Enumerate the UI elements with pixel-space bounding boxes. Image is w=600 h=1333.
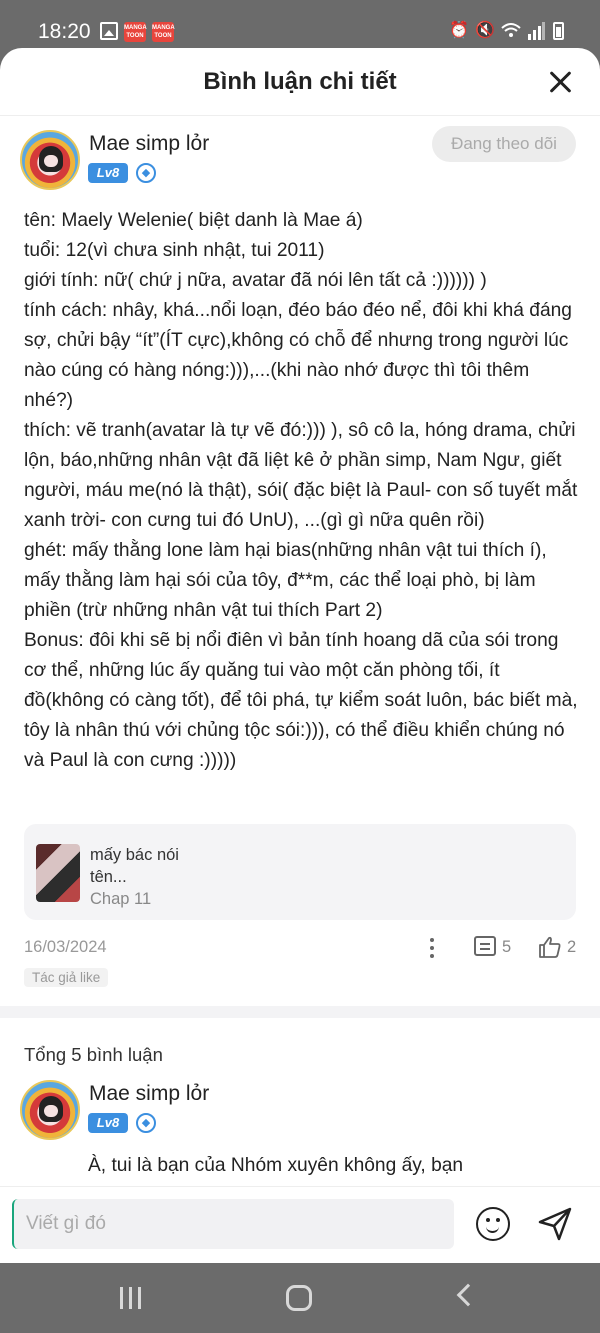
reply-avatar[interactable] <box>20 1080 80 1140</box>
like-count: 2 <box>567 938 577 956</box>
chapter-label: Chap 11 <box>90 890 152 908</box>
chapter-thumbnail <box>36 844 80 902</box>
author-name[interactable]: Mae simp lỏr <box>89 132 209 156</box>
home-icon[interactable] <box>286 1285 312 1311</box>
system-icons: ⏰ 🔇 <box>449 22 564 40</box>
total-comments: Tổng 5 bình luận <box>24 1044 163 1065</box>
like-icon[interactable] <box>538 936 562 958</box>
back-icon[interactable] <box>456 1283 480 1307</box>
wifi-icon <box>501 22 521 40</box>
close-icon[interactable] <box>548 70 572 94</box>
mute-icon: 🔇 <box>475 22 495 39</box>
signal-icon <box>527 22 545 40</box>
alarm-icon: ⏰ <box>449 22 469 39</box>
sheet-header: Bình luận chi tiết <box>0 48 600 116</box>
author-like-badge: Tác giả like <box>24 968 109 987</box>
mangatoon-icon: MANGA TOON <box>152 22 175 42</box>
reply-level-badge: Lv8 <box>88 1113 128 1133</box>
follow-button[interactable]: Đang theo dõi <box>432 126 576 162</box>
avatar-face <box>39 146 63 172</box>
comment-body: tên: Maely Welenie( biệt danh là Mae á) … <box>24 210 578 771</box>
level-badge: Lv8 <box>88 163 128 183</box>
emoji-icon[interactable] <box>476 1207 510 1241</box>
comment-input[interactable] <box>12 1199 454 1249</box>
reply-icon[interactable] <box>474 936 496 956</box>
comment-meta: 16/03/2024 5 2 <box>24 936 580 960</box>
more-options-icon[interactable] <box>428 936 436 960</box>
system-nav-bar <box>0 1263 600 1333</box>
image-icon <box>100 22 118 40</box>
divider <box>0 1006 600 1018</box>
avatar-face <box>39 1096 63 1122</box>
status-time: 18:20 <box>38 20 91 43</box>
avatar[interactable] <box>20 130 80 190</box>
chapter-title-line1: mấy bác nói <box>90 846 179 864</box>
rank-icon: ◆ <box>136 163 156 183</box>
reply-count: 5 <box>502 938 512 956</box>
notification-icons: MANGA TOON MANGA TOON <box>100 22 175 42</box>
chapter-title-line2: tên... <box>90 868 127 886</box>
comment-input-bar <box>0 1186 600 1263</box>
comment-date: 16/03/2024 <box>24 938 107 956</box>
battery-icon <box>553 22 564 40</box>
reply-rank-icon: ◆ <box>136 1113 156 1133</box>
reply-author-name[interactable]: Mae simp lỏr <box>89 1082 209 1106</box>
page-title: Bình luận chi tiết <box>203 68 397 95</box>
chapter-card[interactable]: mấy bác nói tên... Chap 11 <box>24 824 576 920</box>
comment-detail-sheet: Bình luận chi tiết Mae simp lỏr Lv8 ◆ Đa… <box>0 48 600 1263</box>
chapter-title: mấy bác nói tên... <box>90 844 179 888</box>
mangatoon-icon: MANGA TOON <box>124 22 147 42</box>
recent-apps-icon[interactable] <box>118 1287 144 1309</box>
reply-text: À, tui là bạn của Nhóm xuyên không ấy, b… <box>88 1155 464 1176</box>
send-icon[interactable] <box>536 1205 574 1243</box>
